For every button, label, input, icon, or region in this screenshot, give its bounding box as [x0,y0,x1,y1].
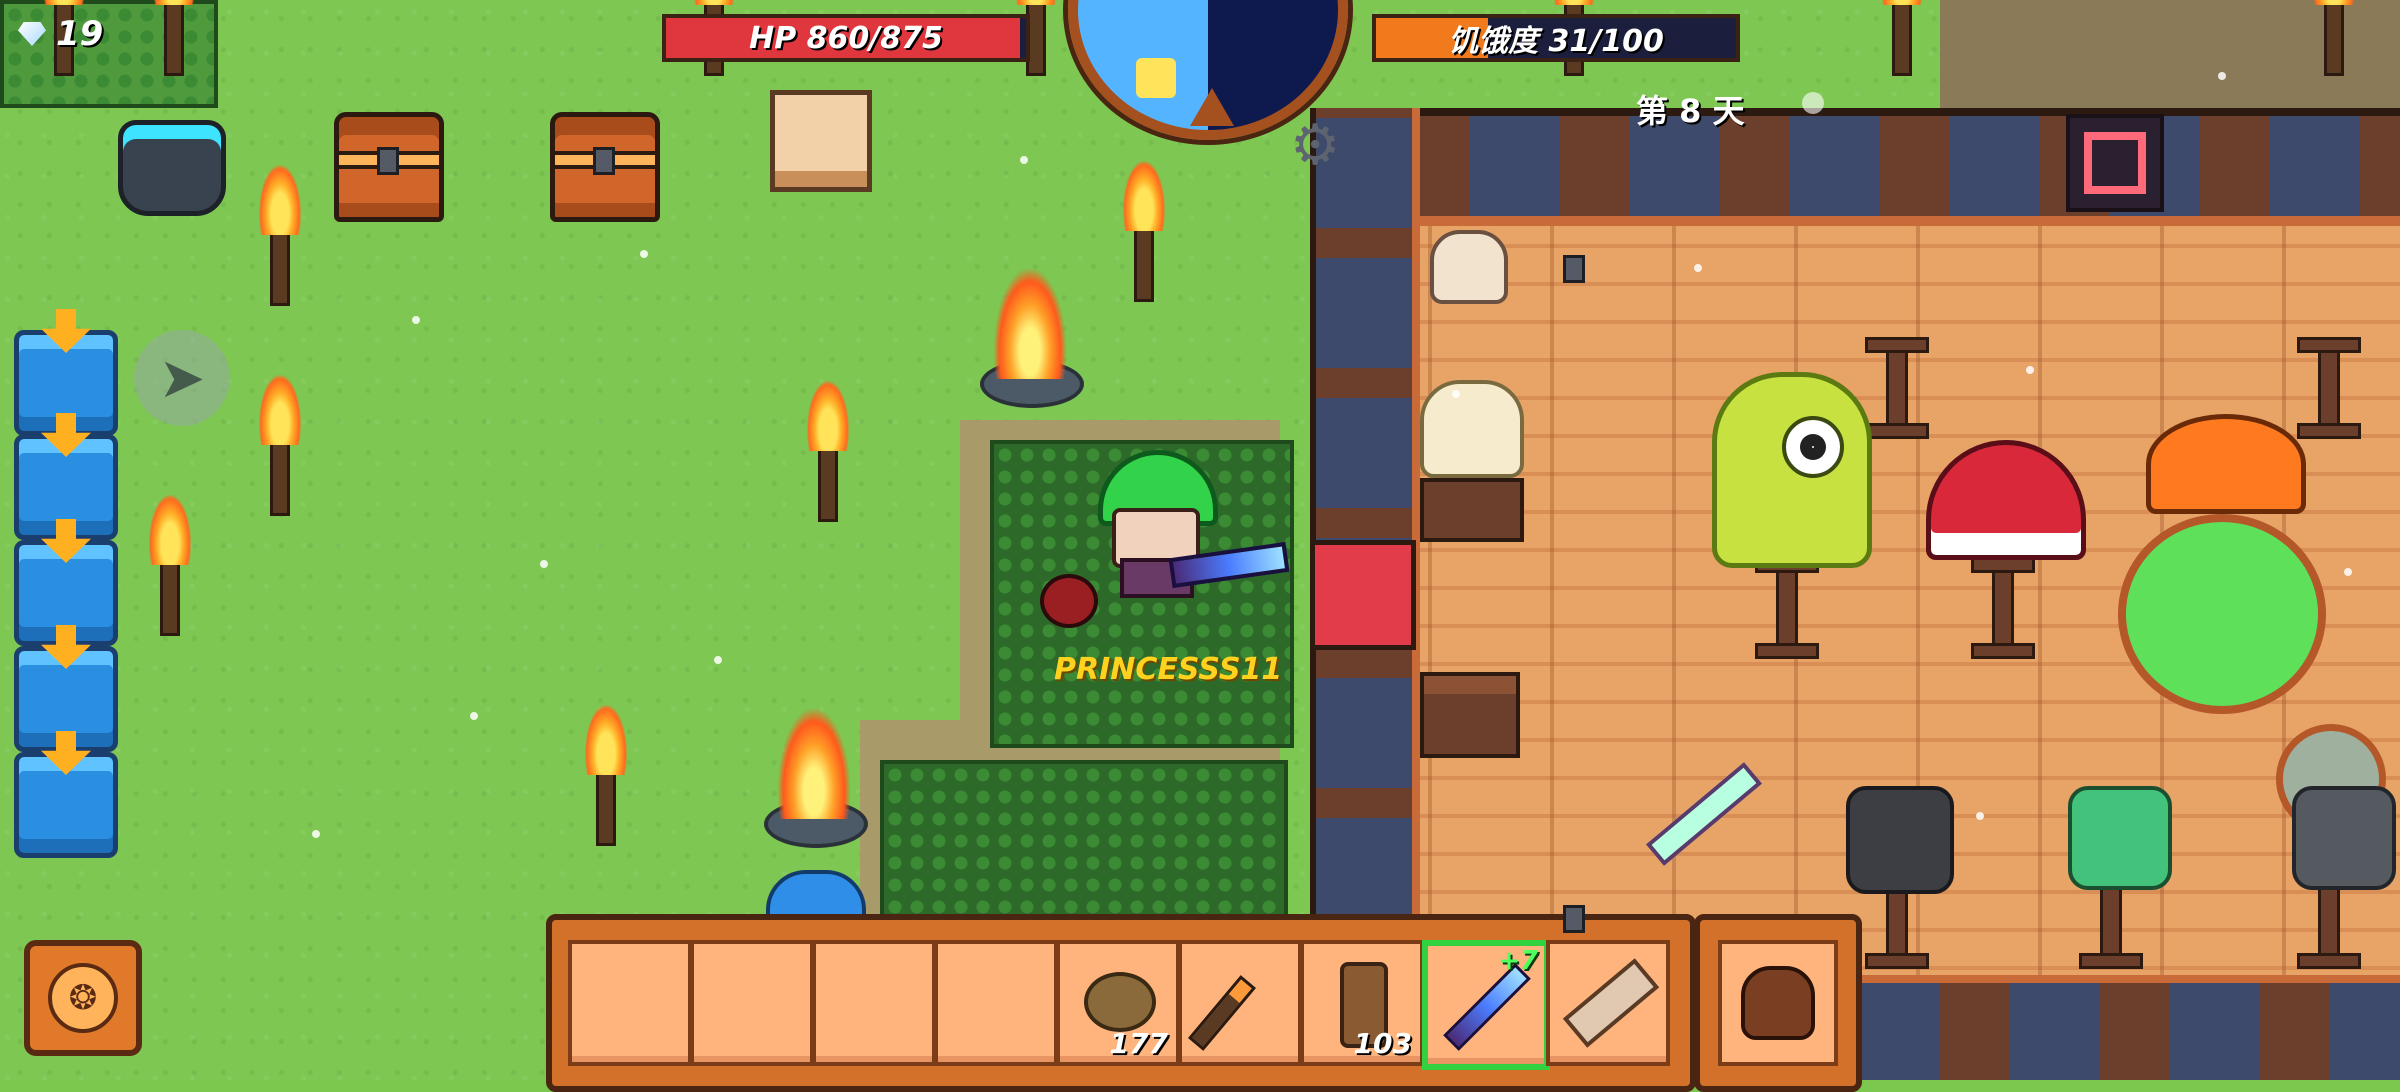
navigate-icon[interactable]: ➤ [134,330,230,426]
gem-count: 19 [56,14,104,54]
storage-chest[interactable] [334,112,444,222]
torch[interactable] [149,495,191,636]
lock-icon [1563,255,1585,283]
bag-icon [1741,966,1815,1040]
house-wall [1310,108,2400,226]
armor-stand[interactable] [1846,786,1954,894]
day-counter: 第 8 天 [1636,92,1745,130]
mirror[interactable] [2118,514,2326,714]
clock-marker [1190,88,1234,126]
gem-counter: 19 [18,14,103,54]
item-count: 177 [1109,1027,1168,1060]
display-stand[interactable] [1971,557,2035,659]
storage-chest[interactable] [550,112,660,222]
hotbar-slot-7[interactable]: 103 [1300,940,1424,1066]
hp-text: HP 860/875 [749,20,943,56]
bag-inner [1718,940,1838,1066]
cauldron[interactable] [118,120,226,216]
scroll-icon [1562,958,1660,1048]
bag-slot[interactable] [1694,914,1862,1092]
diamond-icon [18,22,46,46]
hotbar-slot-5[interactable]: 177 [1056,940,1180,1066]
hotbar: 177 103 +7 [546,914,1696,1092]
hunger-bar: 饥饿度 31/100 [1372,14,1740,62]
house-wall [1850,975,2400,1080]
hp-bar: HP 860/875 [662,14,1030,62]
hotbar-slot-8[interactable]: +7 [1422,940,1550,1070]
gear-icon[interactable]: ⚙ [1290,118,1346,174]
menu-button[interactable]: ❂ [24,940,142,1056]
quick-stack-button[interactable] [14,731,118,858]
display-stand[interactable] [1755,557,1819,659]
house-wall [1310,108,1420,928]
chicken[interactable] [1420,380,1524,478]
hunger-text: 饥饿度 31/100 [1448,24,1664,59]
torch[interactable] [1123,161,1165,302]
armor-stand[interactable] [2292,786,2396,890]
wall-window [2066,114,2164,212]
torch[interactable] [807,381,849,522]
display-stand[interactable] [2297,337,2361,439]
item-level: +7 [1498,946,1538,976]
skull-decoration [1430,230,1508,304]
hotbar-slot-9[interactable] [1546,940,1670,1066]
stone-icon [1084,972,1156,1032]
torch[interactable] [585,705,627,846]
hotbar-slot-1[interactable] [568,940,692,1066]
hotbar-slot-4[interactable] [934,940,1058,1066]
sword-icon [1443,963,1531,1051]
hotbar-slot-6[interactable] [1178,940,1302,1066]
hotbar-slot-2[interactable] [690,940,814,1066]
workbench[interactable] [770,90,872,192]
pet-companion[interactable] [1040,574,1098,628]
torch[interactable] [1881,0,1923,76]
torch[interactable] [259,165,301,306]
display-stand[interactable] [1865,337,1929,439]
armor-stand[interactable] [2068,786,2172,890]
lock-icon [377,147,399,175]
lock-icon [1563,905,1585,933]
torch[interactable] [153,0,195,76]
hotbar-slot-3[interactable] [812,940,936,1066]
player-name-label: PRINCESSS11 [1054,652,1283,687]
wooden-crate[interactable] [1420,478,1524,542]
torch[interactable] [259,375,301,516]
flower-crown-trophy[interactable] [2146,414,2306,514]
hedge [880,760,1288,928]
campfire[interactable] [980,269,1084,408]
torch[interactable] [2313,0,2355,76]
wooden-crate[interactable] [1420,672,1520,758]
sun-icon [1136,58,1176,98]
torch-icon [1187,975,1257,1051]
campfire[interactable] [764,709,868,848]
paw-icon: ❂ [48,963,118,1033]
lock-icon [593,147,615,175]
item-count: 103 [1353,1027,1412,1060]
eye-icon [1782,416,1844,478]
house-door[interactable] [1310,540,1416,650]
